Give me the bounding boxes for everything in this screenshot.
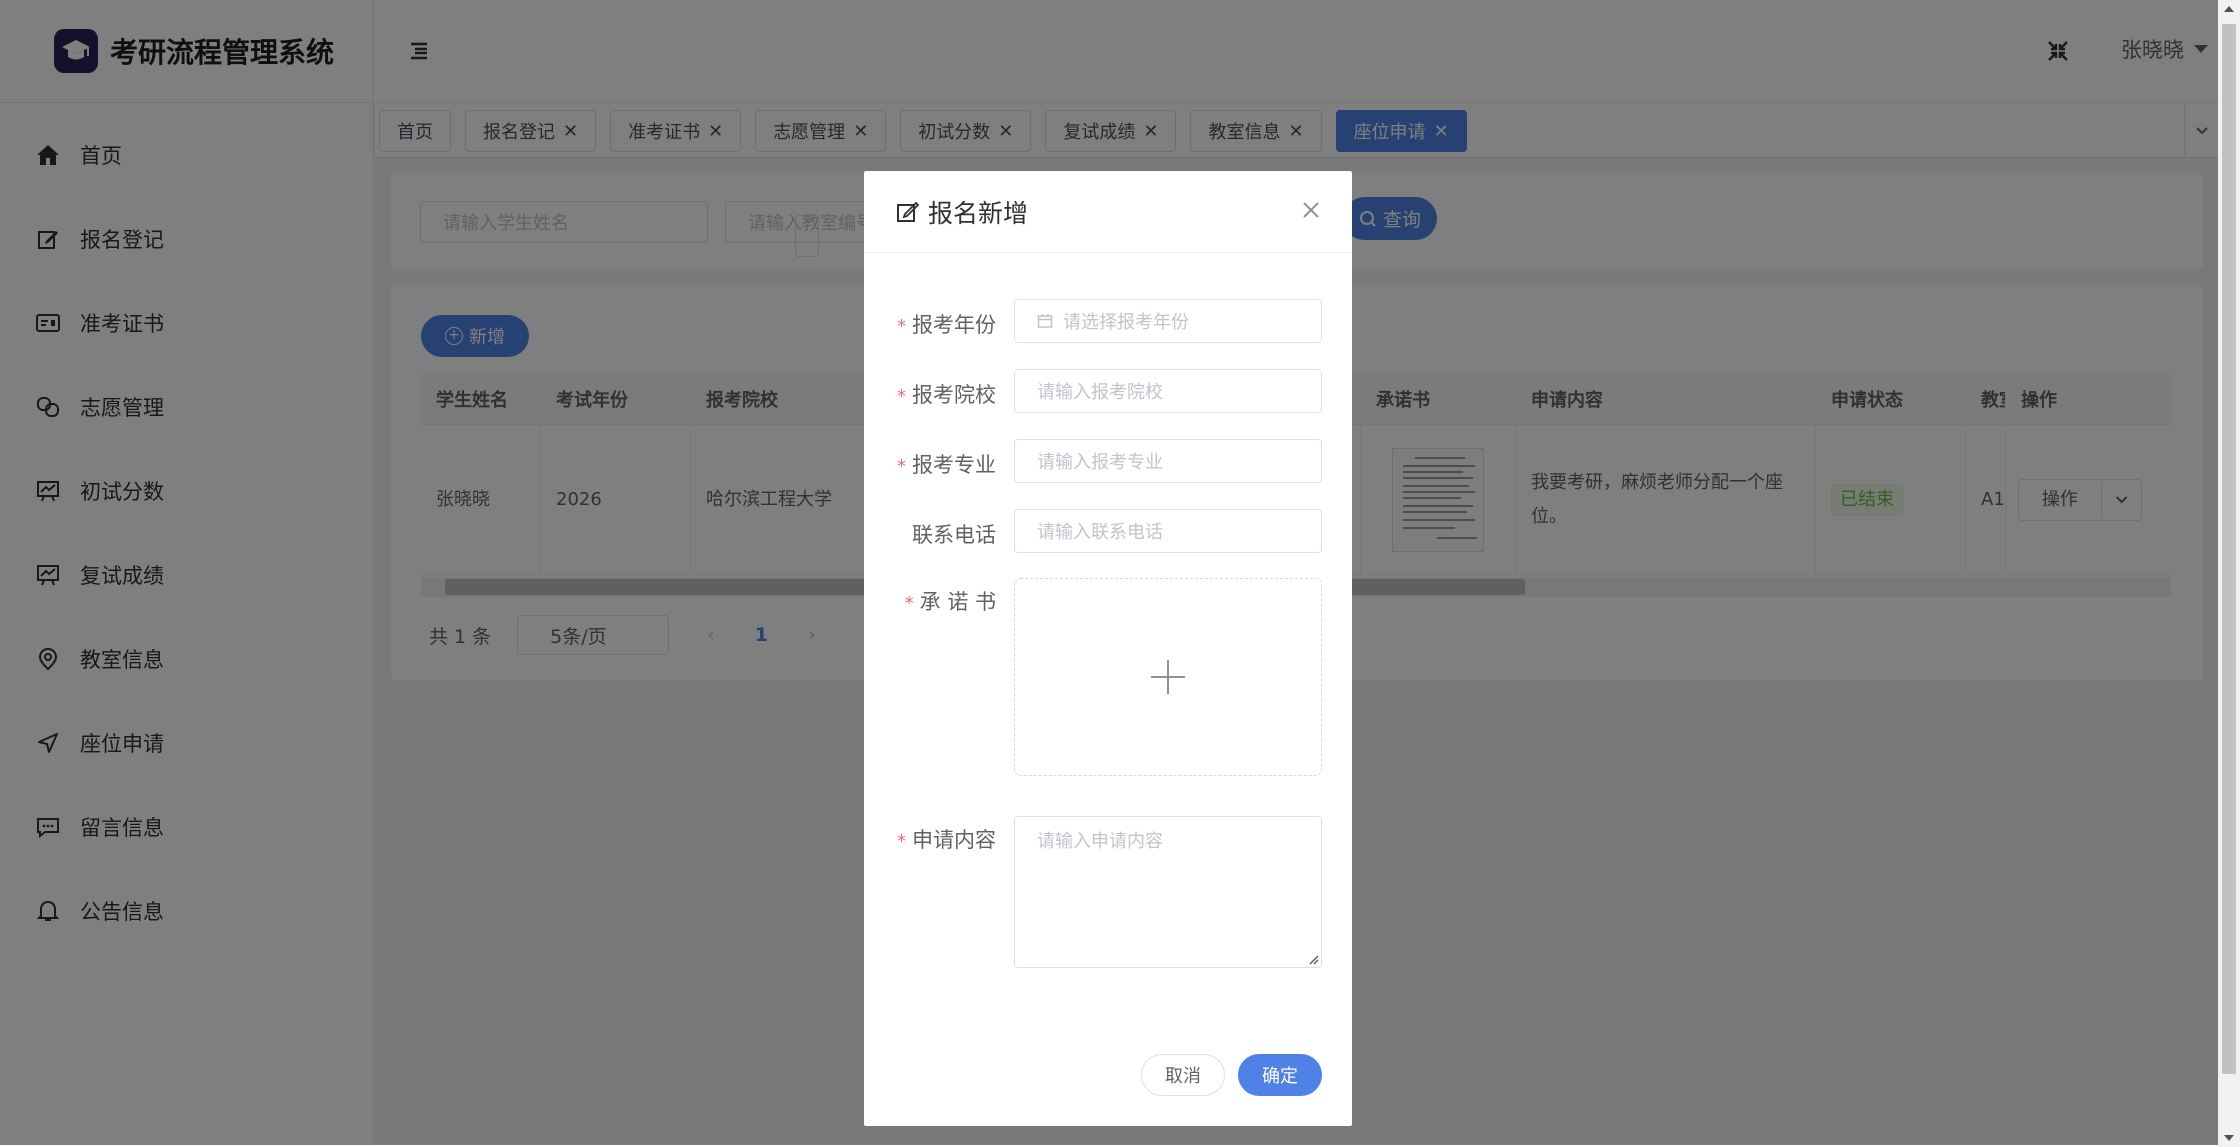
field-label: * 报考专业: [897, 453, 996, 477]
field-label: 联系电话: [912, 523, 996, 547]
required-mark: *: [897, 456, 906, 477]
edit-icon: [897, 201, 920, 222]
add-registration-dialog: 报名新增 * 报考年份 请选择报考年份 * 报考院校 请输入报考院校 * 报考专业 请…: [864, 171, 1352, 1126]
field-label: * 报考院校: [897, 383, 996, 407]
confirm-button[interactable]: 确定: [1238, 1054, 1322, 1096]
scrollbar-thumb[interactable]: [2222, 24, 2236, 1074]
year-picker[interactable]: 请选择报考年份: [1014, 299, 1322, 343]
required-mark: *: [897, 316, 906, 337]
scroll-up-icon[interactable]: [2224, 6, 2234, 12]
field-label: * 申请内容: [897, 828, 996, 852]
close-icon[interactable]: [1302, 201, 1320, 219]
content-textarea[interactable]: 请输入申请内容: [1014, 816, 1322, 968]
page-vertical-scrollbar[interactable]: [2218, 0, 2240, 1147]
cancel-button[interactable]: 取消: [1141, 1054, 1225, 1096]
field-label: * 报考年份: [897, 313, 996, 337]
school-input[interactable]: 请输入报考院校: [1014, 369, 1322, 413]
required-mark: *: [897, 386, 906, 407]
content-placeholder: 请输入申请内容: [1037, 831, 1163, 852]
major-input[interactable]: 请输入报考专业: [1014, 439, 1322, 483]
scroll-down-icon[interactable]: [2224, 1135, 2234, 1141]
year-placeholder: 请选择报考年份: [1063, 312, 1189, 333]
required-mark: *: [897, 831, 906, 852]
required-mark: *: [904, 593, 914, 614]
letter-upload[interactable]: [1014, 578, 1322, 776]
dialog-header: 报名新增: [864, 171, 1352, 253]
app-root: 考研流程管理系统 首页 报名登记 准考证书 志愿管理 初试分数: [0, 0, 2218, 1145]
field-label: * 承 诺 书: [904, 590, 996, 614]
resize-handle-icon[interactable]: [1307, 953, 1319, 965]
dialog-title: 报名新增: [928, 198, 1029, 228]
plus-icon: [1151, 660, 1185, 694]
phone-input[interactable]: 请输入联系电话: [1014, 509, 1322, 553]
calendar-icon: [1037, 314, 1053, 328]
